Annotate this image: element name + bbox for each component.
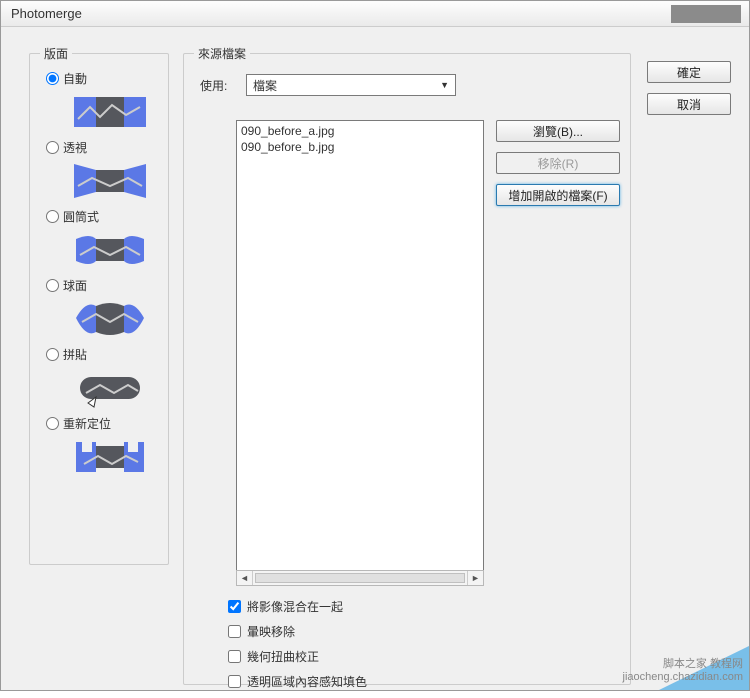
layout-reposition-label: 重新定位 [63, 415, 111, 432]
layout-legend: 版面 [40, 45, 72, 62]
use-select-value: 檔案 [253, 77, 277, 94]
ok-button[interactable]: 確定 [647, 61, 731, 83]
list-item[interactable]: 090_before_a.jpg [241, 123, 479, 139]
blend-images-checkbox[interactable] [228, 600, 241, 613]
geometric-distortion-checkbox[interactable] [228, 650, 241, 663]
content-aware-fill-label: 透明區域內容感知填色 [247, 673, 367, 690]
list-item[interactable]: 090_before_b.jpg [241, 139, 479, 155]
window-title: Photomerge [11, 6, 82, 21]
layout-spherical-radio[interactable]: 球面 [46, 277, 158, 294]
use-select[interactable]: 檔案 ▼ [246, 74, 456, 96]
layout-group: 版面 自動 透視 [29, 45, 169, 565]
layout-perspective-radio[interactable]: 透視 [46, 139, 158, 156]
layout-cylindrical-label: 圓筒式 [63, 208, 99, 225]
layout-cylindrical-radio[interactable]: 圓筒式 [46, 208, 158, 225]
source-legend: 來源檔案 [194, 45, 250, 62]
layout-spherical-thumb [70, 298, 150, 340]
scroll-left-icon[interactable]: ◄ [237, 571, 253, 585]
layout-perspective-label: 透視 [63, 139, 87, 156]
layout-collage-radio[interactable]: 拼貼 [46, 346, 158, 363]
source-files-group: 來源檔案 使用: 檔案 ▼ 090_before_a.jpg 090_befor… [183, 45, 631, 685]
file-list[interactable]: 090_before_a.jpg 090_before_b.jpg [236, 120, 484, 576]
title-bar: Photomerge [1, 1, 749, 27]
blend-images-label: 將影像混合在一起 [247, 598, 343, 615]
browse-button[interactable]: 瀏覽(B)... [496, 120, 620, 142]
corner-decoration [659, 646, 749, 690]
scroll-right-icon[interactable]: ► [467, 571, 483, 585]
scroll-thumb[interactable] [255, 573, 465, 583]
layout-perspective-thumb [70, 160, 150, 202]
layout-auto-radio[interactable]: 自動 [46, 70, 158, 87]
add-open-files-button[interactable]: 增加開啟的檔案(F) [496, 184, 620, 206]
layout-cylindrical-thumb [70, 229, 150, 271]
layout-spherical-label: 球面 [63, 277, 87, 294]
layout-collage-thumb [70, 367, 150, 409]
use-label: 使用: [200, 77, 246, 94]
horizontal-scrollbar[interactable]: ◄ ► [236, 570, 484, 586]
cancel-button[interactable]: 取消 [647, 93, 731, 115]
layout-auto-label: 自動 [63, 70, 87, 87]
remove-button[interactable]: 移除(R) [496, 152, 620, 174]
geometric-distortion-label: 幾何扭曲校正 [247, 648, 319, 665]
content-aware-fill-checkbox[interactable] [228, 675, 241, 688]
layout-reposition-radio[interactable]: 重新定位 [46, 415, 158, 432]
title-bar-decoration [671, 5, 741, 23]
chevron-down-icon: ▼ [440, 80, 449, 90]
vignette-removal-label: 暈映移除 [247, 623, 295, 640]
layout-auto-thumb [70, 91, 150, 133]
layout-collage-label: 拼貼 [63, 346, 87, 363]
vignette-removal-checkbox[interactable] [228, 625, 241, 638]
layout-reposition-thumb [70, 436, 150, 478]
photomerge-dialog: Photomerge 版面 自動 透視 [0, 0, 750, 691]
